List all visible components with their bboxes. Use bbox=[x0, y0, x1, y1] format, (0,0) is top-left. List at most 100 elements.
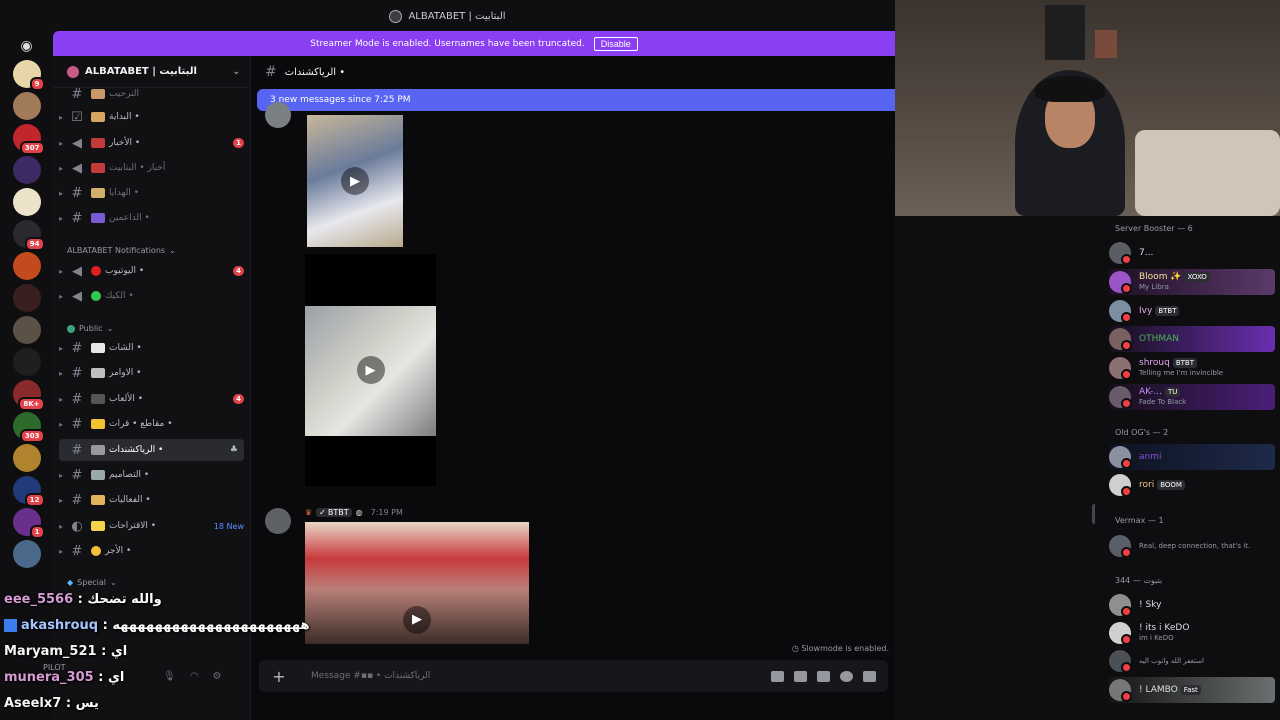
category-public[interactable]: Public ⌄ bbox=[67, 324, 113, 333]
channel-item[interactable]: ▸ ◀ الأخبار • 1 bbox=[59, 132, 244, 154]
member-item[interactable]: AK-... TU Fade To Black bbox=[1109, 384, 1275, 410]
video-attachment[interactable]: ▶ bbox=[305, 522, 529, 644]
channel-item[interactable]: ▸ ◀ الكيك • bbox=[59, 285, 244, 307]
chat-username: akashrouq bbox=[21, 618, 99, 633]
sofa bbox=[1135, 130, 1280, 216]
hash-icon: # bbox=[71, 442, 83, 458]
gif-icon[interactable] bbox=[794, 670, 807, 682]
member-name: rori bbox=[1139, 480, 1155, 490]
member-item[interactable]: استغفر الله واتوب اليه bbox=[1109, 648, 1275, 674]
server-icon[interactable] bbox=[12, 284, 41, 312]
discord-home-icon[interactable]: ◉ bbox=[13, 36, 41, 56]
message-timestamp: 7:19 PM bbox=[370, 508, 403, 517]
video-attachment[interactable]: ▶ bbox=[305, 254, 436, 486]
server-icon[interactable]: 8K+ bbox=[12, 380, 45, 411]
server-icon[interactable]: 94 bbox=[12, 220, 45, 251]
member-item[interactable]: ! its i KeDO im i KeDO bbox=[1109, 620, 1275, 646]
new-messages-bar[interactable]: 3 new messages since 7:25 PM bbox=[257, 89, 896, 111]
gift-icon[interactable] bbox=[771, 670, 784, 682]
member-item[interactable]: Bloom ✨ XOXO My Libra bbox=[1109, 269, 1275, 295]
headphones-icon[interactable]: ◠ bbox=[190, 671, 199, 682]
channel-item[interactable]: ▸ ☑ البداية • bbox=[59, 106, 244, 128]
microphone-icon[interactable]: 🎙 bbox=[163, 671, 176, 682]
megaphone-icon: ◀ bbox=[72, 288, 82, 304]
channel-item[interactable]: ▸ # الشات • bbox=[59, 337, 244, 359]
member-item[interactable]: ! LAMBO Fast bbox=[1109, 677, 1275, 703]
activities-icon[interactable] bbox=[863, 670, 876, 682]
add-attachment-icon[interactable]: + bbox=[271, 667, 287, 686]
add-member-icon[interactable]: ♣ bbox=[230, 445, 238, 455]
channel-item[interactable]: ▸ # الفعاليات • bbox=[59, 489, 244, 511]
member-group-title: Vermax — 1 bbox=[1115, 516, 1164, 525]
window-titlebar: ALBATABET | البتابيت bbox=[0, 0, 895, 32]
headphones-icon bbox=[1035, 76, 1105, 102]
channel-item[interactable]: ▸ # الهدايا • bbox=[59, 182, 244, 204]
channel-item[interactable]: ▸ ◀ اليوتيوب • 4 bbox=[59, 260, 244, 282]
channel-name: الاوامر • bbox=[109, 368, 142, 378]
server-badge: 8K+ bbox=[18, 397, 45, 411]
server-icon[interactable] bbox=[12, 252, 41, 280]
server-icon[interactable]: 303 bbox=[12, 412, 45, 443]
play-icon[interactable]: ▶ bbox=[403, 605, 431, 634]
member-item[interactable]: 7... bbox=[1109, 240, 1275, 266]
sticker-icon[interactable] bbox=[817, 670, 830, 682]
server-icon-penguin[interactable] bbox=[12, 188, 41, 216]
message-input[interactable] bbox=[297, 671, 761, 681]
hash-icon: # bbox=[71, 365, 83, 381]
megaphone-icon: ◀ bbox=[72, 263, 82, 279]
member-name: Ivy bbox=[1139, 306, 1153, 316]
category-special[interactable]: ◆ Special ⌄ bbox=[67, 578, 117, 587]
lightbulb-icon bbox=[91, 521, 105, 531]
server-icon[interactable]: 12 bbox=[12, 476, 45, 507]
channel-header: # الرياكشندات • bbox=[251, 56, 895, 88]
member-item[interactable]: OTHMAN bbox=[1109, 326, 1275, 352]
server-icon[interactable] bbox=[12, 540, 41, 568]
stream-chat-line: Maryam_521 : اي bbox=[4, 644, 127, 659]
member-item[interactable]: Ivy BTBT bbox=[1109, 298, 1275, 324]
channel-item[interactable]: ▸ # الألعاب • 4 bbox=[59, 388, 244, 410]
member-item[interactable]: anmi bbox=[1109, 444, 1275, 470]
member-item[interactable]: ! Sky bbox=[1109, 592, 1275, 618]
channel-item[interactable]: ▸ ◀ أخبار • البتابيت bbox=[59, 157, 244, 179]
channel-name: الكيك • bbox=[105, 291, 134, 301]
chat-username: Aseelx7 bbox=[4, 696, 62, 711]
member-item[interactable]: rori BOOM bbox=[1109, 472, 1275, 498]
gear-icon[interactable]: ⚙ bbox=[212, 671, 221, 682]
server-icon[interactable] bbox=[12, 156, 41, 184]
channel-item[interactable]: ▸ # الاوامر • bbox=[59, 362, 244, 384]
channel-item[interactable]: ▸ # التصاميم • bbox=[59, 464, 244, 486]
new-posts-label: 18 New bbox=[213, 521, 244, 531]
category-notifications[interactable]: ALBATABET Notifications ⌄ bbox=[67, 246, 176, 255]
emoji-icon[interactable] bbox=[840, 670, 853, 682]
gamepad-icon bbox=[91, 394, 105, 404]
channel-item[interactable]: ▸ # الأجر • bbox=[59, 540, 244, 562]
server-icon[interactable] bbox=[12, 316, 41, 344]
server-icon[interactable]: 307 bbox=[12, 124, 45, 155]
avatar[interactable] bbox=[265, 508, 291, 534]
avatar[interactable] bbox=[265, 102, 291, 128]
avatar bbox=[1109, 679, 1132, 702]
channel-item[interactable]: # الترحيب bbox=[59, 83, 244, 105]
play-icon[interactable]: ▶ bbox=[356, 356, 385, 384]
server-icon[interactable] bbox=[12, 348, 41, 376]
hash-icon: # bbox=[71, 543, 83, 559]
avatar bbox=[1109, 535, 1132, 558]
server-icon-penguin[interactable]: 9 bbox=[12, 60, 45, 91]
video-attachment[interactable]: ▶ bbox=[307, 115, 403, 247]
member-item[interactable]: Real, deep connection, that's it. bbox=[1109, 533, 1275, 559]
member-item[interactable]: shrouq BTBT Telling me I'm invincible bbox=[1109, 355, 1275, 381]
server-icon[interactable] bbox=[12, 444, 41, 472]
play-icon[interactable]: ▶ bbox=[341, 167, 369, 195]
channel-item-active[interactable]: # الرياكشندات • ♣ bbox=[59, 439, 244, 461]
disable-streamer-mode-button[interactable]: Disable bbox=[593, 36, 638, 51]
member-group-title: Server Booster — 6 bbox=[1115, 224, 1193, 233]
channel-item[interactable]: ▸ # مقاطع • قرات • bbox=[59, 413, 244, 435]
server-icon[interactable] bbox=[12, 92, 41, 120]
channel-name: الاقتراحات • bbox=[109, 521, 157, 531]
unread-badge: 4 bbox=[233, 266, 244, 276]
channel-item[interactable]: ▸ ◐ الاقتراحات • 18 New bbox=[59, 515, 244, 537]
server-icon[interactable]: 1 bbox=[12, 508, 45, 539]
server-badge: 12 bbox=[24, 493, 45, 507]
channel-item[interactable]: ▸ # الداعمين • bbox=[59, 207, 244, 229]
member-status: My Libra bbox=[1139, 283, 1169, 291]
